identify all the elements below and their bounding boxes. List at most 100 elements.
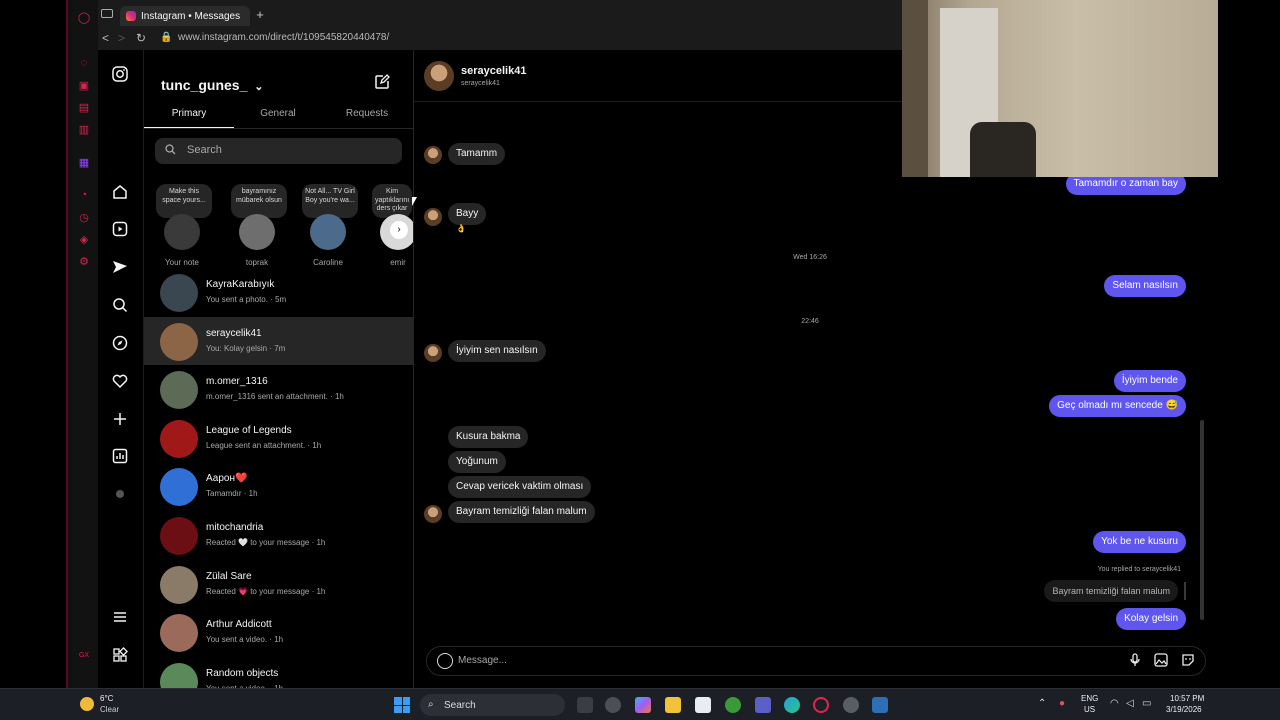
wifi-icon[interactable]: ◠	[1110, 698, 1119, 709]
copilot-icon[interactable]	[635, 697, 651, 713]
url-field[interactable]: www.instagram.com/direct/t/1095458204404…	[178, 32, 389, 43]
edge-icon[interactable]	[784, 697, 800, 713]
message-input[interactable]	[458, 655, 1058, 666]
conversation-row[interactable]: Arthur Addicott You sent a video. · 1h	[144, 608, 413, 656]
conversation-row[interactable]: Random objectsYou sent a video. · 1h	[144, 657, 413, 688]
opera-gx-icon[interactable]	[813, 697, 829, 713]
conversation-row[interactable]: League of Legends League sent an attachme…	[144, 414, 413, 462]
search-icon[interactable]	[110, 295, 130, 315]
notes-next-button[interactable]: ›	[390, 221, 408, 239]
reload-button[interactable]: ↻	[136, 31, 146, 45]
message-outgoing[interactable]: Geç olmadı mı sencede 😅	[1049, 395, 1186, 417]
menu-icon[interactable]	[110, 607, 130, 627]
teams-icon[interactable]	[755, 697, 771, 713]
tab-requests[interactable]: Requests	[322, 108, 412, 119]
reply-quote[interactable]: Bayram temizliği falan malum	[1044, 580, 1178, 602]
new-tab-button[interactable]: +	[252, 7, 268, 23]
messages-icon[interactable]	[110, 257, 130, 277]
taskbar-search[interactable]: ⌕ Search	[420, 694, 565, 716]
volume-icon[interactable]: ◁	[1126, 698, 1134, 709]
history-icon[interactable]: ◔	[77, 188, 91, 202]
whatsapp-icon[interactable]: ▤	[77, 100, 91, 114]
file-explorer-icon[interactable]	[665, 697, 681, 713]
forward-button[interactable]: >	[118, 31, 125, 45]
xbox-icon[interactable]	[725, 697, 741, 713]
clock-date[interactable]: 3/19/2026	[1166, 705, 1202, 714]
keyboard-layout[interactable]: US	[1084, 705, 1095, 714]
store-icon[interactable]	[695, 697, 711, 713]
shop-icon[interactable]: ▣	[77, 78, 91, 92]
tab-instagram[interactable]: Instagram • Messages	[120, 6, 250, 26]
back-button[interactable]: <	[102, 31, 109, 45]
message-incoming[interactable]: Yoğunum	[448, 451, 506, 473]
task-view-icon[interactable]	[577, 697, 593, 713]
conversation-row[interactable]: Zülal Sare Reacted 💗 to your message · 1h	[144, 560, 413, 608]
music-icon[interactable]: ▥	[77, 122, 91, 136]
weather-icon[interactable]	[80, 697, 94, 711]
message-outgoing[interactable]: Yok be ne kusuru	[1093, 531, 1186, 553]
weather-temp[interactable]: 6°C	[100, 694, 113, 703]
microphone-icon[interactable]	[1127, 653, 1143, 669]
instagram-logo-icon[interactable]	[110, 64, 130, 84]
conversation-name: League of Legends	[206, 424, 292, 436]
conversation-row[interactable]: m.omer_1316 m.omer_1316 sent an attachmen…	[144, 365, 413, 413]
settings-icon[interactable]: ⚙	[77, 254, 91, 268]
gx-icon[interactable]: GX	[77, 648, 91, 662]
home-icon[interactable]	[110, 182, 130, 202]
message-outgoing[interactable]: Kolay gelsin	[1116, 608, 1186, 630]
conversation-row[interactable]: Аарон❤️ Tamamdır · 1h	[144, 462, 413, 510]
weather-desc[interactable]: Clear	[100, 705, 119, 714]
twitch-icon[interactable]: ▦	[77, 155, 91, 169]
extensions-icon[interactable]: ◈	[77, 232, 91, 246]
sticker-icon[interactable]	[1180, 653, 1196, 669]
conversation-row[interactable]: seraycelik41 You: Kolay gelsin · 7m	[144, 316, 413, 365]
chat-title[interactable]: seraycelik41	[461, 65, 526, 77]
tab-primary[interactable]: Primary	[144, 108, 234, 119]
message-incoming[interactable]: Kusura bakma	[448, 426, 529, 448]
avatar[interactable]	[424, 61, 454, 91]
battery-icon[interactable]: ▭	[1142, 698, 1151, 709]
explore-icon[interactable]	[110, 333, 130, 353]
chatgpt-icon[interactable]	[843, 697, 859, 713]
start-button[interactable]	[394, 697, 410, 713]
message-incoming[interactable]: Bayy	[448, 203, 487, 225]
message-outgoing[interactable]: İyiyim bende	[1113, 370, 1186, 392]
reels-icon[interactable]	[110, 219, 130, 239]
message-incoming[interactable]: Bayram temizliği falan malum	[448, 501, 595, 523]
clock-icon[interactable]: ◷	[77, 210, 91, 224]
message-incoming[interactable]: İyiyim sen nasılsın	[448, 340, 546, 362]
search-input[interactable]	[187, 144, 387, 156]
message-reaction[interactable]: 👌	[456, 224, 466, 233]
scrollbar[interactable]	[1200, 420, 1204, 620]
dell-icon[interactable]	[605, 697, 621, 713]
account-switcher[interactable]: tunc_gunes_ ⌄	[161, 77, 263, 93]
conversation-name: m.omer_1316	[206, 376, 268, 388]
tab-general[interactable]: General	[233, 108, 323, 119]
chat-handle: seraycelik41	[461, 80, 500, 87]
lock-icon[interactable]: 🔒	[160, 32, 172, 43]
conversation-row[interactable]: KayraKarabıyık You sent a photo. · 5m	[144, 268, 413, 316]
message-outgoing[interactable]: Selam nasılsın	[1104, 275, 1186, 297]
conversation-row[interactable]: mitochandria Reacted 🤍 to your message · …	[144, 511, 413, 559]
opera-logo-icon[interactable]: ◯	[77, 10, 91, 24]
message-composer[interactable]	[426, 646, 1206, 676]
also-from-meta-icon[interactable]	[110, 645, 130, 665]
aria-icon[interactable]: ◌	[77, 56, 91, 70]
image-icon[interactable]	[1153, 653, 1169, 669]
profile-icon[interactable]	[110, 484, 130, 504]
microphone-icon[interactable]: ●	[1059, 698, 1065, 709]
security-icon[interactable]	[872, 697, 888, 713]
chevron-up-icon[interactable]: ⌃	[1038, 698, 1046, 709]
tab-strip-icon[interactable]	[101, 9, 113, 18]
create-icon[interactable]	[110, 409, 130, 429]
search-box[interactable]	[155, 138, 402, 164]
clock-time[interactable]: 10:57 PM	[1170, 694, 1204, 703]
dashboard-icon[interactable]	[110, 446, 130, 466]
new-message-button[interactable]	[374, 74, 392, 92]
message-incoming[interactable]: Cevap vericek vaktim olması	[448, 476, 592, 498]
conversation-preview: Reacted 💗 to your message · 1h	[206, 586, 326, 596]
heart-icon[interactable]	[110, 371, 130, 391]
message-incoming[interactable]: Tamamm	[448, 143, 506, 165]
language-indicator[interactable]: ENG	[1081, 694, 1098, 703]
emoji-icon[interactable]	[437, 653, 453, 669]
